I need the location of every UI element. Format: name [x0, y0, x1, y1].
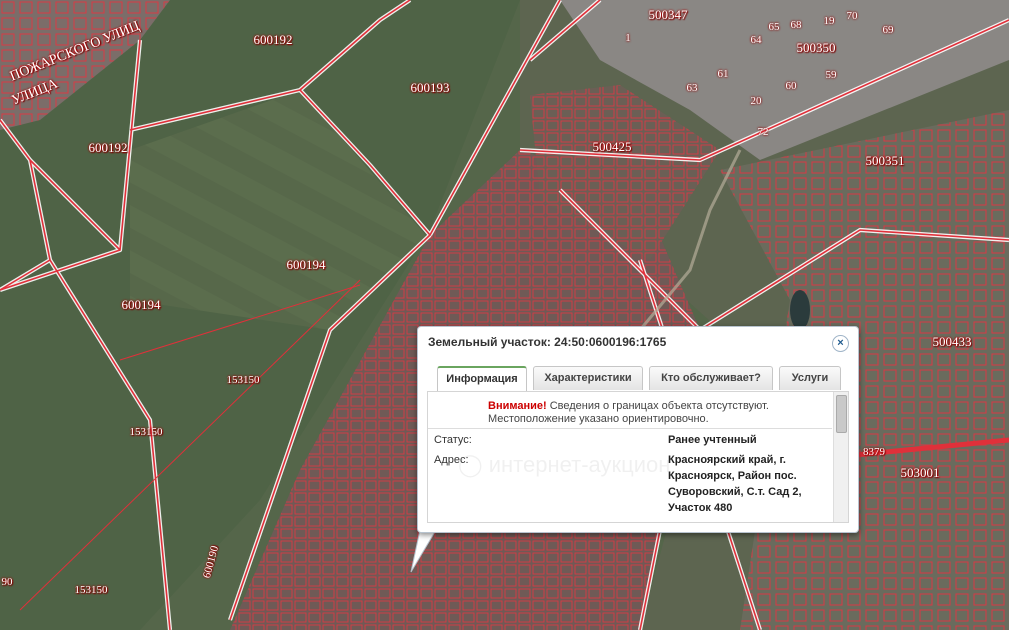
- parcel-label[interactable]: 153150: [75, 584, 108, 596]
- parcel-label[interactable]: 500433: [933, 334, 972, 350]
- parcel-label[interactable]: 500347: [649, 7, 688, 23]
- divider: [428, 428, 832, 429]
- house-number-label: 60: [785, 80, 797, 92]
- tab-who-serves[interactable]: Кто обслуживает?: [649, 366, 773, 390]
- parcel-label[interactable]: 600194: [287, 257, 326, 273]
- address-label: Адрес:: [434, 454, 469, 466]
- watermark: ◯ интернет-аукцион: [458, 452, 671, 477]
- house-number-label: 72: [757, 126, 769, 138]
- parcel-info-popup: Земельный участок: 24:50:0600196:1765 × …: [417, 326, 859, 533]
- parcel-label[interactable]: 500351: [866, 153, 905, 169]
- parcel-label[interactable]: 153150: [130, 426, 163, 438]
- house-number-label: 64: [750, 34, 762, 46]
- satellite-map[interactable]: 600192 600193 600192 600194 600194 153150 1531…: [0, 0, 1009, 630]
- parcel-label[interactable]: 8379: [863, 446, 885, 458]
- close-icon[interactable]: ×: [832, 335, 849, 352]
- house-number-label: 63: [686, 82, 698, 94]
- status-label: Статус:: [434, 434, 472, 446]
- popup-title: Земельный участок: 24:50:0600196:1765: [428, 335, 667, 349]
- parcel-label[interactable]: 500425: [593, 139, 632, 155]
- popup-pointer: [410, 530, 437, 573]
- tab-services[interactable]: Услуги: [779, 366, 841, 390]
- warning-label: Внимание!: [488, 400, 547, 412]
- house-number-label: 61: [717, 68, 729, 80]
- info-panel[interactable]: ◯ интернет-аукцион Внимание! Сведения о …: [427, 391, 849, 523]
- parcel-label[interactable]: 153150: [227, 374, 260, 386]
- house-number-label: 70: [846, 10, 858, 22]
- parcel-label[interactable]: 600194: [122, 297, 161, 313]
- parcel-label[interactable]: 600193: [411, 80, 450, 96]
- house-number-label: 1: [625, 32, 631, 44]
- parcel-label[interactable]: 600192: [254, 32, 293, 48]
- address-value: Красноярский край, г. Красноярск, Район …: [668, 454, 802, 514]
- parcel-label[interactable]: 500350: [797, 40, 836, 56]
- map-imagery: [0, 0, 1009, 630]
- status-value: Ранее учтенный: [668, 434, 757, 446]
- parcel-label[interactable]: 503001: [901, 465, 940, 481]
- tab-information[interactable]: Информация: [437, 366, 527, 392]
- house-number-label: 19: [823, 15, 835, 27]
- parcel-label[interactable]: 600192: [89, 140, 128, 156]
- warning-message: Внимание! Сведения о границах объекта от…: [488, 400, 778, 426]
- house-number-label: 20: [750, 95, 762, 107]
- house-number-label: 68: [790, 19, 802, 31]
- panel-scrollbar[interactable]: [833, 392, 848, 522]
- house-number-label: 69: [882, 24, 894, 36]
- tab-characteristics[interactable]: Характеристики: [533, 366, 643, 390]
- scroll-thumb[interactable]: [836, 395, 847, 433]
- house-number-label: 59: [825, 69, 837, 81]
- parcel-label[interactable]: 90: [2, 576, 13, 588]
- house-number-label: 65: [768, 21, 780, 33]
